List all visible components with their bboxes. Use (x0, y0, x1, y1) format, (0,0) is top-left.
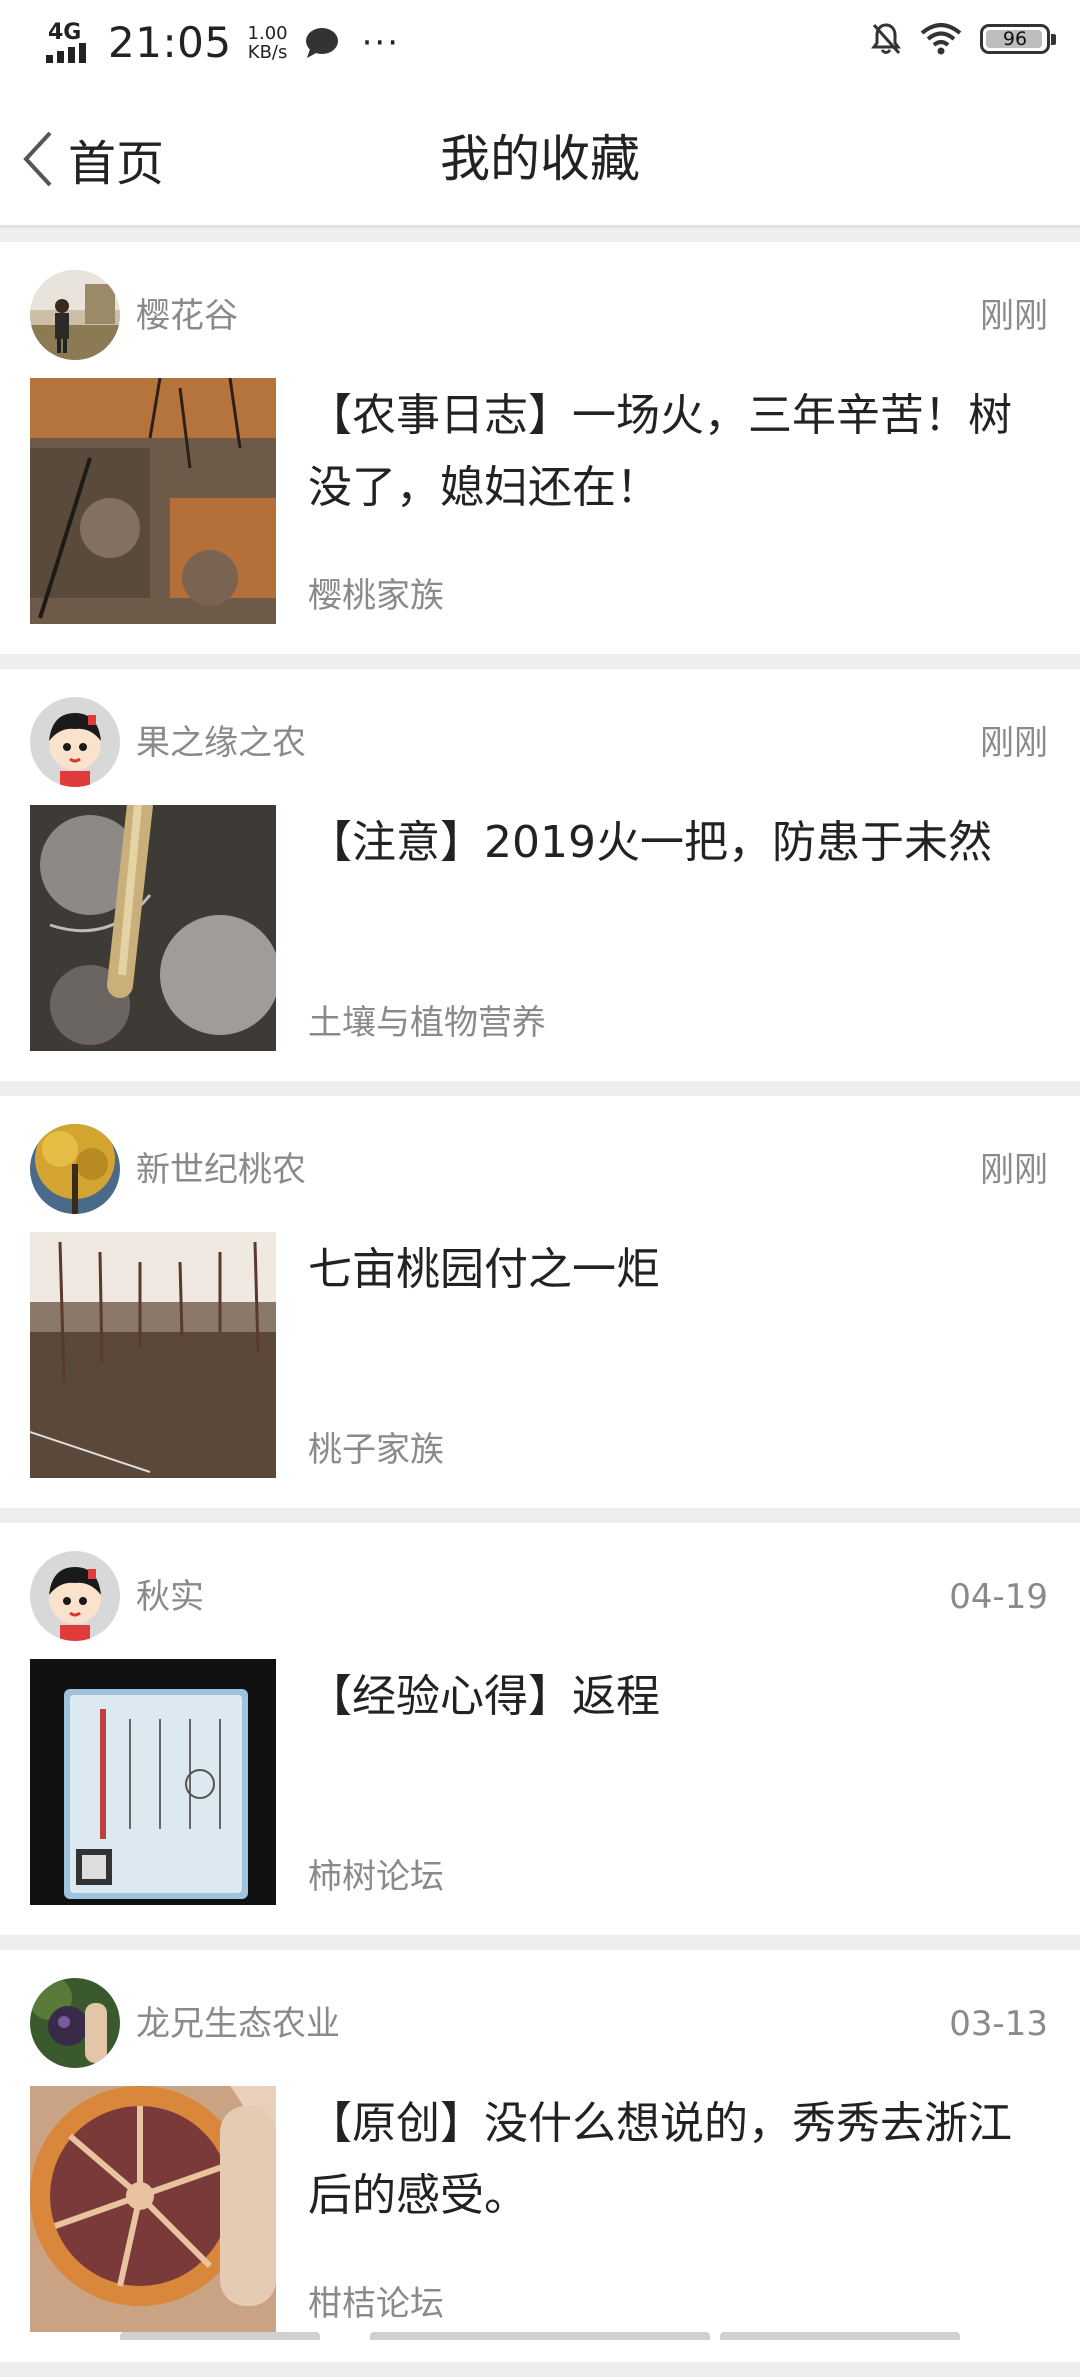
favorite-post-card[interactable]: 新世纪桃农 刚刚 七亩桃园付之一炬 桃子家族 (0, 1096, 1080, 1508)
clock: 21:05 (108, 18, 232, 67)
favorite-post-card[interactable]: 秋实 04-19 【经验心得】返程 柿树论坛 (0, 1523, 1080, 1935)
post-title[interactable]: 【农事日志】一场火，三年辛苦！树没了，媳妇还在！ (308, 380, 1028, 524)
post-title[interactable]: 七亩桃园付之一炬 (308, 1234, 1028, 1306)
author-name[interactable]: 龙兄生态农业 (136, 2004, 340, 2044)
forum-name[interactable]: 桃子家族 (308, 1430, 444, 1470)
more-notifications-icon: ··· (361, 22, 401, 63)
author-name[interactable]: 秋实 (136, 1577, 204, 1617)
mute-bell-icon (871, 23, 901, 54)
post-time: 刚刚 (980, 723, 1048, 763)
avatar[interactable] (30, 1978, 120, 2068)
forum-name[interactable]: 土壤与植物营养 (308, 1003, 546, 1043)
message-notification-icon (305, 27, 338, 58)
cellular-signal-icon: 4G (46, 19, 92, 65)
post-title[interactable]: 【经验心得】返程 (308, 1661, 1028, 1733)
speed-unit: KB/s (247, 41, 288, 63)
favorite-post-card[interactable]: 龙兄生态农业 03-13 【原创】没什么想说的，秀秀去浙江后的感受。 柑桔论坛 (0, 1950, 1080, 2362)
post-thumbnail[interactable] (30, 1659, 276, 1905)
speed-value: 1.00 (247, 22, 288, 44)
favorites-list: 樱花谷 刚刚 【农事日志】一场火，三年辛苦！树没了，媳妇还在！ 樱桃家族 果之缘… (0, 242, 1080, 2377)
nav-bar: 首页 我的收藏 (0, 84, 1080, 228)
avatar[interactable] (30, 270, 120, 360)
forum-name[interactable]: 樱桃家族 (308, 576, 444, 616)
network-speed: 1.00 KB/s (248, 24, 288, 62)
post-thumbnail[interactable] (30, 2086, 276, 2332)
author-name[interactable]: 新世纪桃农 (136, 1150, 306, 1190)
bottom-tab-hint (0, 2328, 1080, 2340)
network-type: 4G (48, 19, 82, 45)
post-thumbnail[interactable] (30, 805, 276, 1051)
favorite-post-card[interactable]: 樱花谷 刚刚 【农事日志】一场火，三年辛苦！树没了，媳妇还在！ 樱桃家族 (0, 242, 1080, 654)
post-time: 刚刚 (980, 296, 1048, 336)
wifi-icon (920, 23, 962, 55)
avatar[interactable] (30, 1551, 120, 1641)
status-bar: 4G 21:05 1.00 KB/s ··· 96 (0, 0, 1080, 84)
post-time: 刚刚 (980, 1150, 1048, 1190)
author-name[interactable]: 樱花谷 (136, 296, 238, 336)
post-thumbnail[interactable] (30, 1232, 276, 1478)
battery-level: 96 (1002, 28, 1028, 50)
post-title[interactable]: 【注意】2019火一把，防患于未然 (308, 807, 1028, 879)
battery-icon: 96 (980, 24, 1056, 54)
post-title[interactable]: 【原创】没什么想说的，秀秀去浙江后的感受。 (308, 2088, 1028, 2232)
favorite-post-card[interactable]: 果之缘之农 刚刚 【注意】2019火一把，防患于未然 土壤与植物营养 (0, 669, 1080, 1081)
author-name[interactable]: 果之缘之农 (136, 723, 306, 763)
forum-name[interactable]: 柿树论坛 (308, 1857, 444, 1897)
post-time: 03-13 (949, 2004, 1048, 2044)
avatar[interactable] (30, 1124, 120, 1214)
page-title: 我的收藏 (440, 130, 640, 188)
forum-name[interactable]: 柑桔论坛 (308, 2284, 444, 2324)
post-thumbnail[interactable] (30, 378, 276, 624)
avatar[interactable] (30, 697, 120, 787)
post-time: 04-19 (949, 1577, 1048, 1617)
